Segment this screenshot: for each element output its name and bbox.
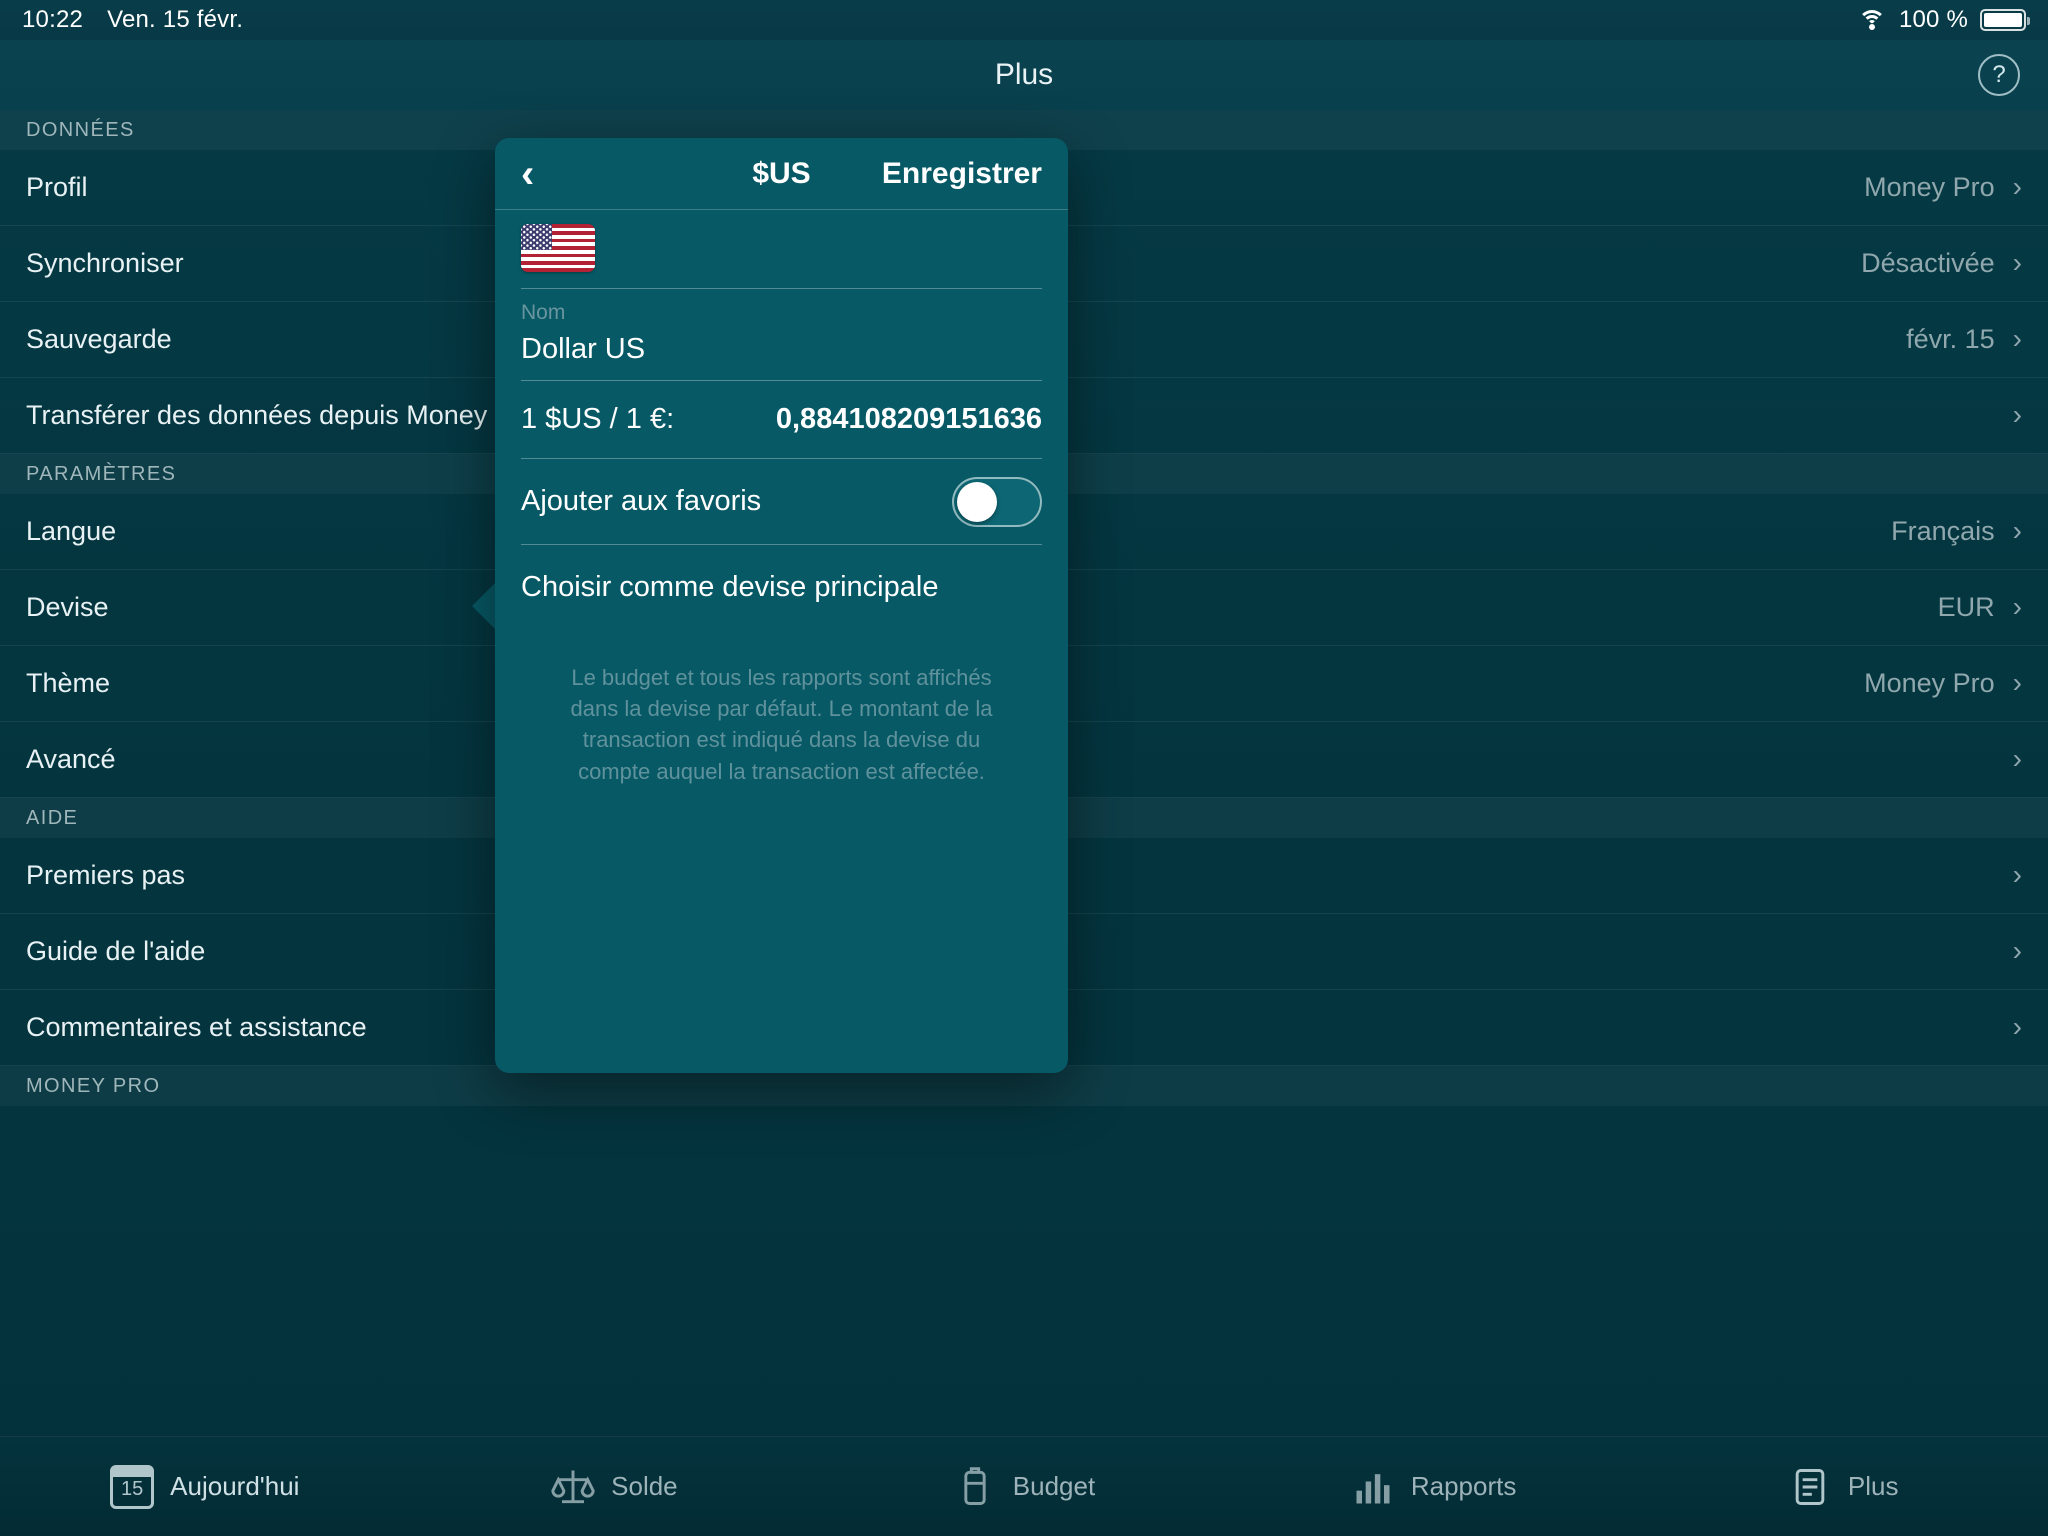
row-label: Sauvegarde (26, 324, 172, 354)
calendar-icon: 15 (110, 1464, 155, 1509)
favorite-toggle-row[interactable]: Ajouter aux favoris (521, 459, 1042, 545)
chevron-right-icon: › (2012, 246, 2022, 278)
set-main-currency-label: Choisir comme devise principale (521, 571, 939, 603)
page-title: Plus (994, 58, 1054, 91)
row-label: Premiers pas (26, 860, 186, 890)
row-label: Profil (26, 172, 88, 202)
chevron-right-icon: › (2012, 934, 2022, 966)
battery-percent-label: 100 % (1898, 6, 1968, 33)
chevron-right-icon: › (2012, 322, 2022, 354)
tab-aujourdhui[interactable]: 15 Aujourd'hui (0, 1464, 410, 1509)
name-field-label: Nom (521, 301, 566, 324)
tab-label: Solde (611, 1471, 678, 1501)
chevron-right-icon: › (2012, 170, 2022, 202)
tab-label: Budget (1012, 1471, 1096, 1501)
row-value: EUR (1937, 592, 1995, 622)
exchange-rate-field[interactable]: 1 $US / 1 €: 0,884108209151636 (521, 381, 1042, 459)
row-value: Money Pro (1864, 172, 1995, 202)
app-root: 10:22 Ven. 15 févr. 100 % Plus ? DONNÉES… (0, 0, 2048, 1536)
status-bar: 10:22 Ven. 15 févr. 100 % (0, 0, 2048, 40)
popover-header: ‹ $US Enregistrer (495, 138, 1068, 210)
chevron-right-icon: › (2012, 590, 2022, 622)
row-value: Désactivée (1861, 248, 1995, 278)
row-label: Synchroniser (26, 248, 184, 278)
status-time: 10:22 (22, 6, 84, 33)
bar-chart-icon (1351, 1465, 1395, 1509)
flag-us-icon (521, 224, 595, 272)
wifi-icon (1857, 9, 1887, 31)
name-field-value[interactable]: Dollar US (521, 333, 1042, 366)
toggle-knob (957, 481, 997, 522)
chevron-left-icon[interactable]: ‹ (521, 154, 567, 194)
status-bar-left: 10:22 Ven. 15 févr. (22, 6, 243, 34)
row-label: Guide de l'aide (26, 936, 206, 966)
popover-body: Nom Dollar US 1 $US / 1 €: 0,88410820915… (495, 210, 1068, 787)
chevron-right-icon: › (2012, 858, 2022, 890)
save-button[interactable]: Enregistrer (882, 157, 1042, 191)
row-label: Langue (26, 516, 117, 546)
row-value: Français (1891, 516, 1995, 546)
row-value: févr. 15 (1906, 324, 1995, 354)
tab-label: Rapports (1410, 1471, 1517, 1501)
document-icon (1788, 1465, 1832, 1509)
tab-label: Plus (1847, 1471, 1899, 1501)
currency-edit-popover: ‹ $US Enregistrer Nom Dollar US 1 $US / … (495, 138, 1068, 1073)
chevron-right-icon: › (2012, 742, 2022, 774)
popover-note: Le budget et tous les rapports sont affi… (570, 665, 993, 784)
tab-budget[interactable]: Budget (819, 1465, 1229, 1509)
scales-icon (551, 1465, 595, 1509)
row-label: Avancé (26, 744, 116, 774)
status-bar-right: 100 % (1857, 6, 2030, 34)
row-value: Money Pro (1864, 668, 1995, 698)
row-label: Transférer des données depuis Money (26, 400, 488, 430)
calendar-day-number: 15 (121, 1478, 144, 1500)
chevron-right-icon: › (2012, 514, 2022, 546)
row-label: Commentaires et assistance (26, 1012, 367, 1042)
row-label: Devise (26, 592, 109, 622)
favorite-toggle-switch[interactable] (952, 476, 1042, 527)
chevron-right-icon: › (2012, 398, 2022, 430)
battery-full-icon (1980, 9, 2030, 31)
set-main-currency-button[interactable]: Choisir comme devise principale (521, 545, 1042, 628)
wallet-icon (953, 1465, 997, 1509)
tab-label: Aujourd'hui (170, 1471, 300, 1501)
tab-bar[interactable]: 15 Aujourd'hui Solde Budget Rapports Plu… (0, 1436, 2048, 1536)
row-label: Thème (26, 668, 111, 698)
tab-rapports[interactable]: Rapports (1229, 1465, 1639, 1509)
help-button[interactable]: ? (1978, 54, 2020, 96)
tab-solde[interactable]: Solde (410, 1465, 820, 1509)
favorite-toggle-label: Ajouter aux favoris (521, 485, 762, 517)
tab-plus[interactable]: Plus (1638, 1465, 2048, 1509)
currency-name-field[interactable]: Nom Dollar US (521, 289, 1042, 381)
status-date: Ven. 15 févr. (107, 6, 244, 33)
exchange-rate-value[interactable]: 0,884108209151636 (776, 403, 1042, 436)
exchange-rate-label: 1 $US / 1 €: (521, 403, 675, 435)
currency-flag-row[interactable] (521, 210, 1042, 289)
chevron-right-icon: › (2012, 1010, 2022, 1042)
nav-bar: Plus ? (0, 40, 2048, 110)
chevron-right-icon: › (2012, 666, 2022, 698)
